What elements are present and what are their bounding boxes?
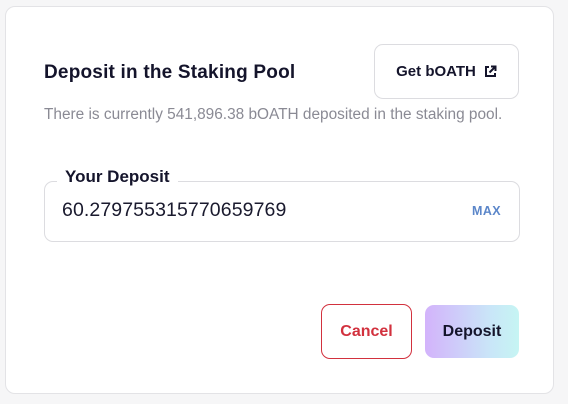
get-boath-label: Get bOATH — [396, 63, 476, 80]
deposit-button[interactable]: Deposit — [425, 305, 519, 358]
external-link-icon — [484, 65, 497, 78]
deposit-field-label: Your Deposit — [57, 167, 178, 187]
cancel-button[interactable]: Cancel — [321, 304, 412, 359]
deposit-field[interactable]: Your Deposit 60.279755315770659769 MAX — [44, 167, 520, 242]
max-button[interactable]: MAX — [472, 204, 501, 218]
deposit-amount-input[interactable]: 60.279755315770659769 — [62, 199, 286, 222]
pool-total-text: There is currently 541,896.38 bOATH depo… — [44, 106, 503, 123]
deposit-dialog: Deposit in the Staking Pool Get bOATH Th… — [5, 6, 554, 394]
get-boath-button[interactable]: Get bOATH — [374, 44, 519, 99]
dialog-title: Deposit in the Staking Pool — [44, 62, 296, 83]
